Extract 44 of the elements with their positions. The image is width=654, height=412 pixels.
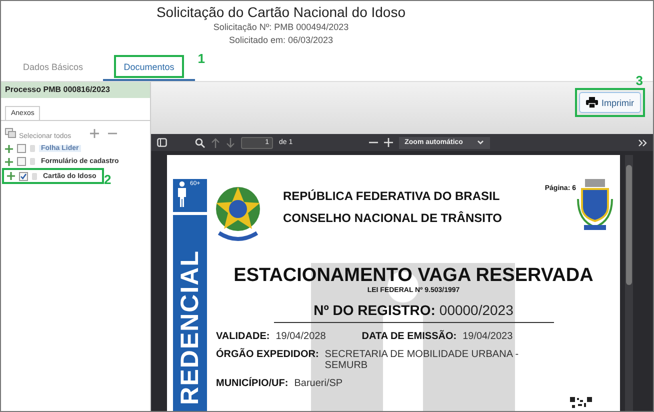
arrow-up-icon[interactable] [211, 138, 220, 148]
request-number: Solicitação Nº: PMB 000494/2023 [213, 21, 349, 34]
field-value: SECRETARIA DE MOBILIDADE URBANA - SEMURB [324, 349, 520, 371]
double-chevron-icon[interactable] [638, 138, 647, 146]
registry-number: 00000/2023 [439, 302, 514, 318]
sidebar-toggle-icon[interactable] [157, 138, 167, 147]
arrow-down-icon[interactable] [226, 138, 235, 148]
plus-icon[interactable] [90, 128, 100, 138]
plus-icon[interactable] [5, 144, 13, 152]
qr-code-icon [570, 397, 592, 409]
municipal-crest-drawing [576, 179, 614, 233]
printer-icon [586, 97, 598, 108]
field-value: 19/04/2028 [276, 331, 326, 342]
plus-icon[interactable] [5, 158, 13, 166]
checkbox[interactable] [17, 157, 26, 166]
document-title: ESTACIONAMENTO VAGA RESERVADA [234, 265, 594, 286]
field-label: MUNICÍPIO/UF: [216, 378, 288, 389]
page-title: Solicitação do Cartão Nacional do Idoso [156, 3, 406, 21]
zoom-in-icon[interactable] [384, 138, 393, 147]
field-value: 19/04/2023 [462, 331, 513, 342]
select-all-icon[interactable] [5, 128, 16, 138]
side-banner-text: REDENCIAL [175, 250, 205, 405]
registry-label: Nº DO REGISTRO: [314, 302, 436, 318]
callout-number: 2 [104, 172, 112, 187]
checkbox[interactable] [19, 172, 28, 180]
request-date: Solicitado em: 06/03/2023 [228, 34, 334, 47]
chevron-down-icon [476, 140, 484, 145]
field-label: DATA DE EMISSÃO: [362, 331, 457, 342]
document-icon [32, 172, 37, 180]
process-header: Processo PMB 000816/2023 [1, 82, 150, 98]
print-button[interactable]: Imprimir [578, 92, 641, 113]
callout-number: 3 [636, 74, 643, 88]
tab[interactable]: Documentos [116, 58, 182, 76]
scrollbar[interactable] [625, 155, 633, 411]
checkbox[interactable] [17, 144, 26, 153]
plus-icon[interactable] [7, 172, 15, 180]
tab[interactable]: Dados Básicos [14, 58, 92, 76]
field-value: Barueri/SP [294, 378, 344, 389]
field-label: VALIDADE: [216, 331, 270, 342]
document-heading: CONSELHO NACIONAL DE TRÂNSITO [283, 211, 503, 225]
search-icon[interactable] [195, 138, 205, 148]
callout-number: 1 [198, 51, 205, 66]
field-label: ÓRGÃO EXPEDIDOR: [216, 349, 319, 360]
document-heading: REPÚBLICA FEDERATIVA DO BRASIL [283, 189, 501, 203]
